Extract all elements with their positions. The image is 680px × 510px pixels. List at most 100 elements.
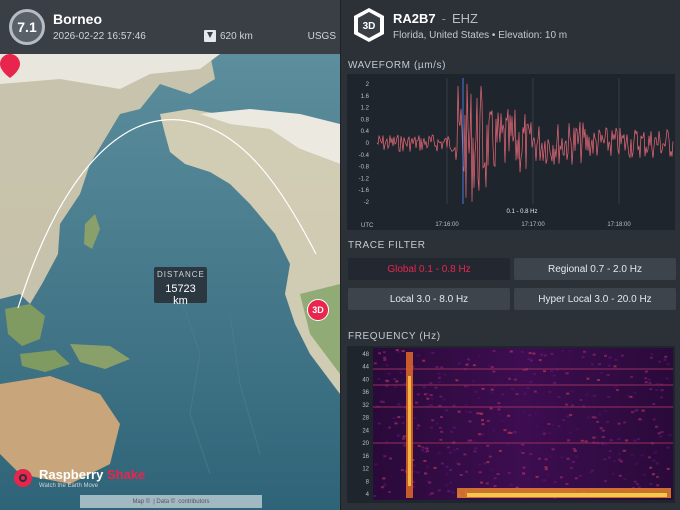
spectrogram-cell	[497, 402, 501, 405]
spectrogram-band	[373, 442, 673, 444]
spectrogram-cell	[478, 463, 481, 466]
spectrogram-cell	[600, 371, 604, 374]
spectrogram-cell	[617, 422, 621, 425]
station-hexagon-icon: 3D	[354, 8, 384, 42]
epicenter-marker-icon[interactable]	[0, 54, 20, 78]
spectrogram-cell	[557, 425, 561, 428]
spectrogram-cell	[656, 475, 659, 478]
spectrogram-cell	[590, 363, 594, 366]
spectrogram-cell	[528, 414, 532, 417]
earthquake-panel: 7.1 Borneo 2026-02-22 16:57:46 620 km US…	[0, 0, 340, 510]
spectrogram-cell	[447, 490, 451, 493]
spectrogram-cell	[611, 472, 615, 475]
waveform-y-tick: 1.2	[361, 106, 370, 112]
spectrogram-cell	[655, 389, 659, 391]
spectrogram-cell	[655, 425, 658, 428]
spectrogram-cell	[648, 381, 652, 384]
attribution-map[interactable]: Map ©	[132, 499, 150, 505]
filter-local-button[interactable]: Local 3.0 - 8.0 Hz	[348, 288, 510, 310]
spectrogram-cell	[417, 424, 421, 427]
filter-regional-button[interactable]: Regional 0.7 - 2.0 Hz	[514, 258, 676, 280]
spectrogram-cell	[617, 458, 621, 461]
spectrogram-cell	[562, 419, 566, 422]
earthquake-header[interactable]: 7.1 Borneo 2026-02-22 16:57:46 620 km US…	[0, 0, 340, 54]
spectrogram-cell	[474, 447, 478, 450]
spectrogram-cell	[569, 431, 573, 434]
spectrogram-cell	[543, 370, 546, 373]
distance-value: 15723 km	[165, 283, 196, 307]
spectrogram-cell	[509, 483, 513, 486]
station-marker[interactable]: 3D	[307, 299, 329, 321]
waveform-plot: 2 1.6 1.2 0.8 0.4 0 -0.4 -0.8 -1.2 -1.6 -2 17:16:0…	[359, 78, 674, 229]
spectrogram-cell	[615, 389, 619, 391]
magnitude-badge: 7.1	[9, 9, 45, 45]
spectrogram-cell	[383, 482, 387, 485]
spectrogram-cell	[396, 434, 400, 437]
spectrogram-cell	[523, 392, 527, 395]
spectrogram-cell	[612, 460, 616, 463]
spectrogram-cell	[377, 422, 381, 425]
attribution-data[interactable]: | Data ©	[153, 499, 175, 505]
spectrogram-cell	[507, 414, 511, 417]
spectrogram-cell	[522, 466, 526, 469]
spectrogram-cell	[533, 390, 537, 393]
waveform-y-tick: -1.2	[359, 176, 370, 182]
spectrogram-cell	[623, 478, 627, 480]
spectrogram-cell	[490, 388, 494, 391]
spectrogram-cell	[387, 372, 391, 375]
spectrogram-cell	[496, 473, 500, 475]
spectrogram-cell	[403, 444, 407, 447]
spectrogram-cell	[568, 350, 572, 353]
spectrogram-cell	[618, 474, 622, 477]
spectrogram-cell	[401, 422, 405, 425]
spectrogram-cell	[550, 353, 554, 355]
spectrogram-cell	[417, 444, 421, 447]
spectrogram-cell	[388, 426, 391, 429]
spectrogram-cell	[607, 364, 611, 367]
spectrogram-cell	[592, 353, 596, 356]
spectrogram-cell	[579, 399, 583, 401]
spectrogram-cell	[629, 395, 633, 398]
spectrogram-chart[interactable]: 48 44 40 36 32 28 24 20 16 12 8 4	[347, 346, 675, 503]
spectrogram-cell	[635, 462, 639, 465]
waveform-utc-label: UTC	[361, 223, 374, 229]
waveform-y-tick: 2	[366, 82, 370, 88]
spectrogram-cell	[389, 457, 393, 460]
spectrogram-cell	[493, 477, 497, 480]
spectrogram-cell	[640, 454, 644, 457]
station-id: RA2B7	[393, 11, 436, 26]
spectrogram-cell	[401, 415, 405, 418]
spectrogram-cell	[617, 438, 621, 441]
spectrogram-cell	[437, 376, 441, 379]
spectrogram-cell	[437, 451, 441, 454]
spectrogram-cell	[591, 469, 594, 472]
spectrogram-cell	[535, 425, 539, 427]
spectrogram-cell	[468, 420, 472, 423]
spectrogram-cell	[655, 462, 659, 465]
spectrogram-cell	[591, 416, 595, 419]
station-icon-label: 3D	[363, 21, 376, 32]
spectrogram-cell	[593, 394, 597, 397]
spectrogram-band	[373, 406, 673, 408]
spectrogram-cell	[397, 350, 401, 353]
spectrogram-cell	[501, 393, 505, 396]
waveform-y-tick: -0.4	[359, 153, 370, 159]
spectrogram-cell	[566, 392, 570, 395]
spectrogram-cell	[443, 373, 447, 376]
attribution-contributors[interactable]: contributors	[178, 499, 209, 505]
spectrogram-cell	[569, 467, 573, 469]
spectrogram-cell	[492, 350, 496, 352]
spectrogram-cell	[660, 396, 664, 399]
spectrogram-cell	[553, 382, 557, 385]
spectrogram-cell	[402, 435, 406, 438]
waveform-chart[interactable]: 2 1.6 1.2 0.8 0.4 0 -0.4 -0.8 -1.2 -1.6 -2 17:16:0…	[347, 74, 675, 230]
spectrogram-cell	[603, 458, 607, 461]
spectrogram-cell	[445, 465, 449, 468]
world-map[interactable]: DISTANCE 15723 km 3D	[0, 54, 340, 510]
filter-global-button[interactable]: Global 0.1 - 0.8 Hz	[348, 258, 510, 280]
spectrogram-cell	[523, 380, 527, 383]
spectrogram-cell	[439, 395, 443, 398]
spectrogram-cell	[548, 391, 552, 393]
filter-hyper-local-button[interactable]: Hyper Local 3.0 - 20.0 Hz	[514, 288, 676, 310]
spectrogram-cell	[522, 472, 526, 475]
